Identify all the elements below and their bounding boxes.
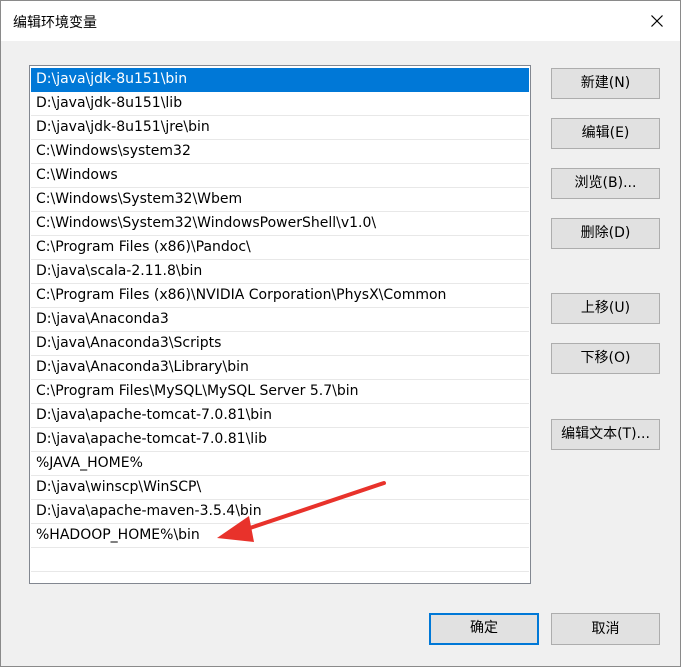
path-list-item[interactable]: C:\Program Files (x86)\Pandoc\	[31, 236, 529, 260]
move-up-button[interactable]: 上移(U)	[551, 293, 660, 324]
path-list-item[interactable]: C:\Windows\System32\Wbem	[31, 188, 529, 212]
cancel-button[interactable]: 取消	[551, 613, 660, 645]
path-list-item[interactable]: D:\java\apache-tomcat-7.0.81\lib	[31, 428, 529, 452]
path-list-item[interactable]: C:\Windows	[31, 164, 529, 188]
move-down-button[interactable]: 下移(O)	[551, 343, 660, 374]
new-button[interactable]: 新建(N)	[551, 68, 660, 99]
path-list-item[interactable]: C:\Windows\System32\WindowsPowerShell\v1…	[31, 212, 529, 236]
close-button[interactable]	[634, 1, 680, 41]
path-list-empty-row[interactable]	[31, 548, 529, 572]
window-title: 编辑环境变量	[13, 15, 97, 31]
path-list-item[interactable]: %HADOOP_HOME%\bin	[31, 524, 529, 548]
path-list-item[interactable]: D:\java\Anaconda3\Library\bin	[31, 356, 529, 380]
edit-environment-variable-dialog: 编辑环境变量 D:\java\jdk-8u151\bin D:\java\jdk-…	[0, 0, 681, 667]
delete-button[interactable]: 删除(D)	[551, 218, 660, 249]
path-list-item[interactable]: %JAVA_HOME%	[31, 452, 529, 476]
edit-button[interactable]: 编辑(E)	[551, 118, 660, 149]
path-list-item[interactable]: D:\java\Anaconda3\Scripts	[31, 332, 529, 356]
edit-text-button[interactable]: 编辑文本(T)...	[551, 419, 660, 450]
path-list-item[interactable]: D:\java\scala-2.11.8\bin	[31, 260, 529, 284]
path-list[interactable]: D:\java\jdk-8u151\bin D:\java\jdk-8u151\l…	[29, 65, 531, 584]
path-list-item[interactable]: D:\java\winscp\WinSCP\	[31, 476, 529, 500]
path-list-item[interactable]: C:\Program Files\MySQL\MySQL Server 5.7\…	[31, 380, 529, 404]
path-list-item[interactable]: C:\Program Files (x86)\NVIDIA Corporatio…	[31, 284, 529, 308]
browse-button[interactable]: 浏览(B)...	[551, 168, 660, 199]
close-icon	[651, 15, 663, 27]
path-list-item[interactable]: D:\java\jdk-8u151\lib	[31, 92, 529, 116]
path-list-item[interactable]: D:\java\apache-maven-3.5.4\bin	[31, 500, 529, 524]
path-list-item[interactable]: D:\java\Anaconda3	[31, 308, 529, 332]
path-list-item[interactable]: D:\java\jdk-8u151\jre\bin	[31, 116, 529, 140]
ok-button[interactable]: 确定	[429, 613, 539, 645]
path-list-item[interactable]: D:\java\jdk-8u151\bin	[31, 68, 529, 92]
title-bar: 编辑环境变量	[1, 1, 680, 41]
path-list-item[interactable]: D:\java\apache-tomcat-7.0.81\bin	[31, 404, 529, 428]
path-list-item[interactable]: C:\Windows\system32	[31, 140, 529, 164]
